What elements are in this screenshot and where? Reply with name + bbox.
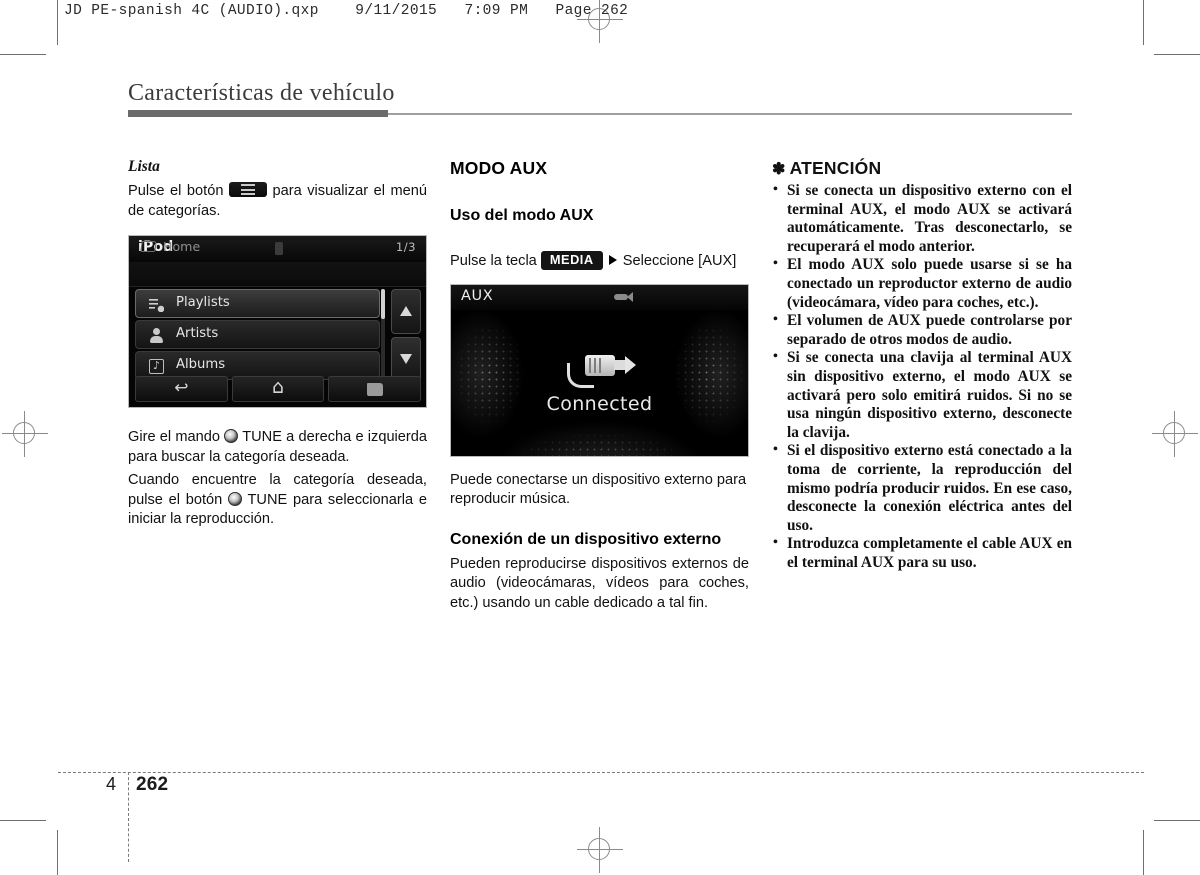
- ipod-path-bar: [129, 262, 426, 287]
- up-folder-button[interactable]: [328, 376, 422, 402]
- caution-title-text: ATENCIÓN: [789, 158, 882, 178]
- page-title: Características de vehículo: [128, 80, 395, 106]
- list-menu-icon: [228, 182, 267, 197]
- aux-plug-icon: [614, 291, 633, 302]
- paragraph-media-key-text-a: Pulse la tecla: [450, 253, 537, 269]
- paragraph-aux-caption: Puede conectarse un dispositivo externo …: [450, 471, 747, 508]
- crop-mark-bottom-left-vertical: [57, 830, 59, 875]
- ipod-scrollbar[interactable]: [381, 289, 385, 382]
- paragraph-tune-press: Cuando encuentre la categoría deseada, p…: [128, 471, 427, 530]
- crop-mark-top-right-horizontal: [1154, 54, 1200, 56]
- running-header: JD PE-spanish 4C (AUDIO).qxp 9/11/2015 7…: [64, 3, 629, 19]
- paragraph-menu-button: Pulse el botón para visualizar el menú d…: [128, 182, 427, 221]
- crop-mark-bottom-right-vertical: [1143, 830, 1145, 875]
- list-item-label: Albums: [176, 357, 226, 372]
- section-subhead-uso-modo-aux: Uso del modo AUX: [450, 207, 594, 224]
- caution-title: ✽ ATENCIÓN: [772, 158, 1072, 179]
- plug-cable-icon: [567, 353, 641, 388]
- footer-rule: [58, 772, 1144, 773]
- ipod-path-label: Home: [163, 239, 201, 254]
- ipod-category-list: Playlists Artists Albums: [135, 289, 380, 382]
- column-right: ✽ATENCIÓN Si se conecta un dispositivo e…: [772, 158, 1072, 572]
- list-item: Si se conecta una clavija al terminal AU…: [772, 348, 1072, 442]
- title-rule-dark: [128, 110, 388, 117]
- crop-mark-top-left-horizontal: [0, 54, 46, 56]
- aux-title-bar: [451, 284, 748, 310]
- aux-screen-title: AUX: [461, 287, 494, 304]
- paragraph-tune-rotate-text-a: Gire el mando: [128, 429, 220, 445]
- artist-icon: [149, 328, 164, 343]
- usb-device-icon: [275, 242, 283, 255]
- scroll-up-arrow-icon: [400, 306, 412, 316]
- list-item-label: Artists: [176, 326, 219, 341]
- footer-page-number: 262: [136, 774, 169, 795]
- list-item: El modo AUX solo puede usarse si se ha c…: [772, 255, 1072, 312]
- list-item: Introduzca completamente el cable AUX en…: [772, 534, 1072, 572]
- column-middle: MODO AUX Uso del modo AUX Pulse la tecla…: [450, 158, 749, 613]
- ipod-page-indicator: 1/3: [395, 240, 416, 254]
- paragraph-menu-button-text-before: Pulse el botón: [128, 183, 224, 199]
- list-item-artists[interactable]: Artists: [135, 320, 380, 349]
- footer-chapter-number: 4: [106, 774, 117, 794]
- scroll-up-button[interactable]: [391, 289, 421, 334]
- list-item: Si el dispositivo externo está conectado…: [772, 441, 1072, 535]
- ipod-list-screenshot: iPod Home 1/3 Playlists Artists Albums: [128, 235, 427, 408]
- arrow-right-icon: [608, 255, 617, 265]
- aux-status-text: Connected: [546, 392, 653, 415]
- back-button[interactable]: [135, 376, 228, 402]
- registration-mark-right: [1152, 411, 1198, 457]
- section-subhead-conexion: Conexión de un dispositivo externo: [450, 530, 722, 548]
- column-left: Lista Pulse el botón para visualizar el …: [128, 158, 427, 530]
- registration-mark-bottom: [577, 827, 623, 873]
- registration-mark-left: [2, 411, 48, 457]
- list-item-label: Playlists: [176, 295, 230, 310]
- media-key-label: MEDIA: [540, 251, 603, 270]
- section-subhead-lista: Lista: [128, 158, 160, 175]
- ipod-softkey-bar: [135, 376, 422, 402]
- paragraph-conexion: Pueden reproducirse dispositivos externo…: [450, 555, 749, 611]
- album-icon: [149, 358, 164, 374]
- crop-mark-top-left-vertical: [57, 0, 59, 45]
- list-item: El volumen de AUX puede controlarse por …: [772, 311, 1072, 349]
- playlist-icon: [149, 297, 164, 312]
- crop-mark-bottom-left-horizontal: [0, 820, 46, 822]
- tune-knob-icon: [224, 429, 239, 443]
- list-item: Si se conecta un dispositivo externo con…: [772, 181, 1072, 256]
- caution-list: Si se conecta un dispositivo externo con…: [772, 181, 1072, 572]
- crop-mark-top-right-vertical: [1143, 0, 1145, 45]
- aux-connected-screenshot: AUX Connected: [450, 283, 749, 457]
- tune-knob-icon: [228, 491, 243, 506]
- title-rule-light: [388, 113, 1072, 115]
- footer-divider: [128, 772, 129, 862]
- paragraph-media-key: Pulse la tecla MEDIA Seleccione [AUX]: [450, 251, 749, 272]
- manual-page: JD PE-spanish 4C (AUDIO).qxp 9/11/2015 7…: [0, 0, 1200, 875]
- list-item-playlists[interactable]: Playlists: [135, 289, 380, 318]
- folder-icon: [140, 241, 157, 252]
- paragraph-media-key-text-b: Seleccione [AUX]: [622, 253, 737, 269]
- asterisk-icon: ✽: [772, 161, 786, 178]
- scroll-down-arrow-icon: [400, 354, 412, 364]
- section-head-modo-aux: MODO AUX: [450, 158, 548, 178]
- crop-mark-bottom-right-horizontal: [1154, 820, 1200, 822]
- paragraph-tune-rotate: Gire el mando TUNE a derecha e izquierda…: [128, 428, 427, 467]
- home-button[interactable]: [231, 376, 325, 402]
